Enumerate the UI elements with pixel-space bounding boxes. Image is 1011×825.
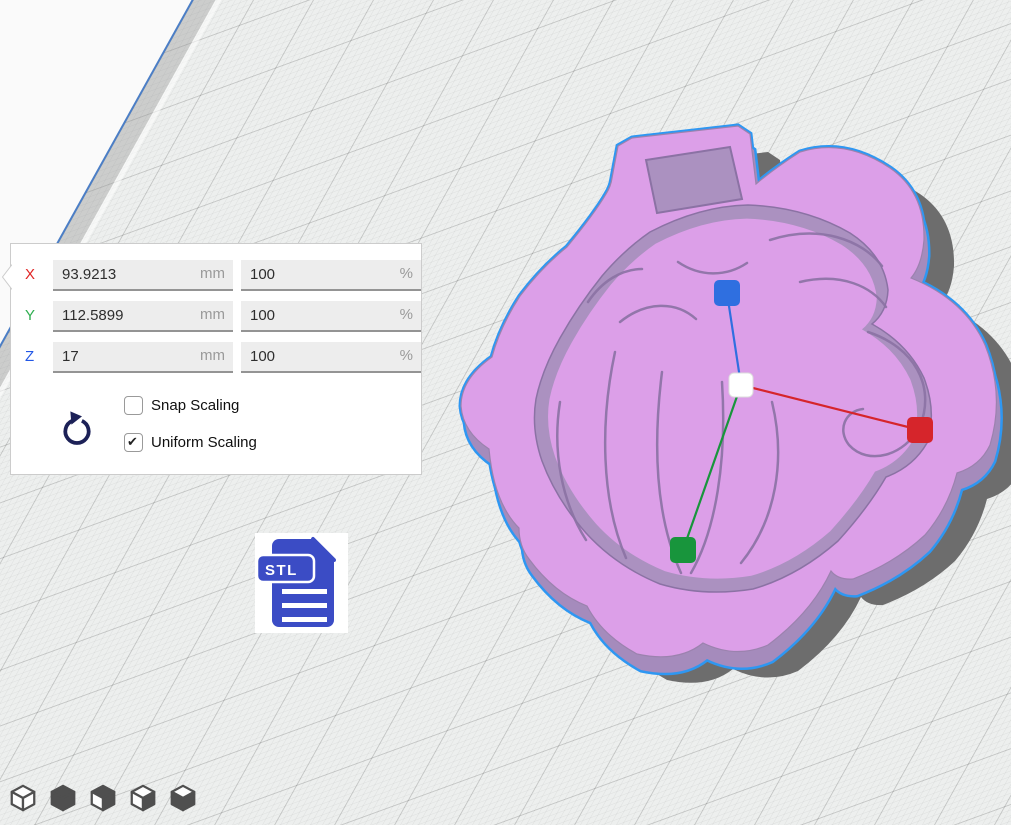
cube-wireframe-icon [8,783,38,813]
stl-file-icon: STL [255,533,348,633]
axis-label-z: Z [25,342,49,372]
axis-label-x: X [25,260,49,290]
snap-scaling-label: Snap Scaling [151,397,239,414]
stl-label: STL [265,562,298,579]
scale-tool-panel: X mm % Y mm % Z mm [10,243,422,475]
model-stl1131[interactable] [461,126,1011,683]
cube-front-face-icon [88,783,118,813]
view-front-button[interactable] [48,783,78,813]
cube-top-front-face-icon [128,783,158,813]
reset-scale-button[interactable] [60,408,94,448]
uniform-scaling-label: Uniform Scaling [151,434,257,451]
scale-x-mm-input[interactable] [53,260,233,289]
view-3d-button[interactable] [8,783,38,813]
cube-solid-icon [48,783,78,813]
stl-file-thumbnail[interactable]: STL [255,533,348,633]
reset-arrow-icon [60,408,94,448]
view-top-button[interactable] [88,783,118,813]
uniform-scaling-checkbox[interactable] [124,433,143,452]
view-left-button[interactable] [128,783,158,813]
axis-label-y: Y [25,301,49,331]
scale-y-mm-input[interactable] [53,301,233,330]
scale-handle-y[interactable] [670,537,696,563]
scale-handle-center[interactable] [729,373,753,397]
snap-scaling-checkbox[interactable] [124,396,143,415]
scale-z-mm-input[interactable] [53,342,233,371]
scale-handle-z[interactable] [714,280,740,306]
cube-top-face-icon [168,783,198,813]
scale-z-percent-input[interactable] [241,342,421,371]
view-right-button[interactable] [168,783,198,813]
viewport-3d: X mm % Y mm % Z mm [0,0,1011,825]
scale-handle-x[interactable] [907,417,933,443]
scale-y-percent-input[interactable] [241,301,421,330]
scale-x-percent-input[interactable] [241,260,421,289]
object-list-panel: Object list STL1131 93.9 x 112.6 x 17.0 … [0,670,260,770]
panel-notch [1,264,12,290]
